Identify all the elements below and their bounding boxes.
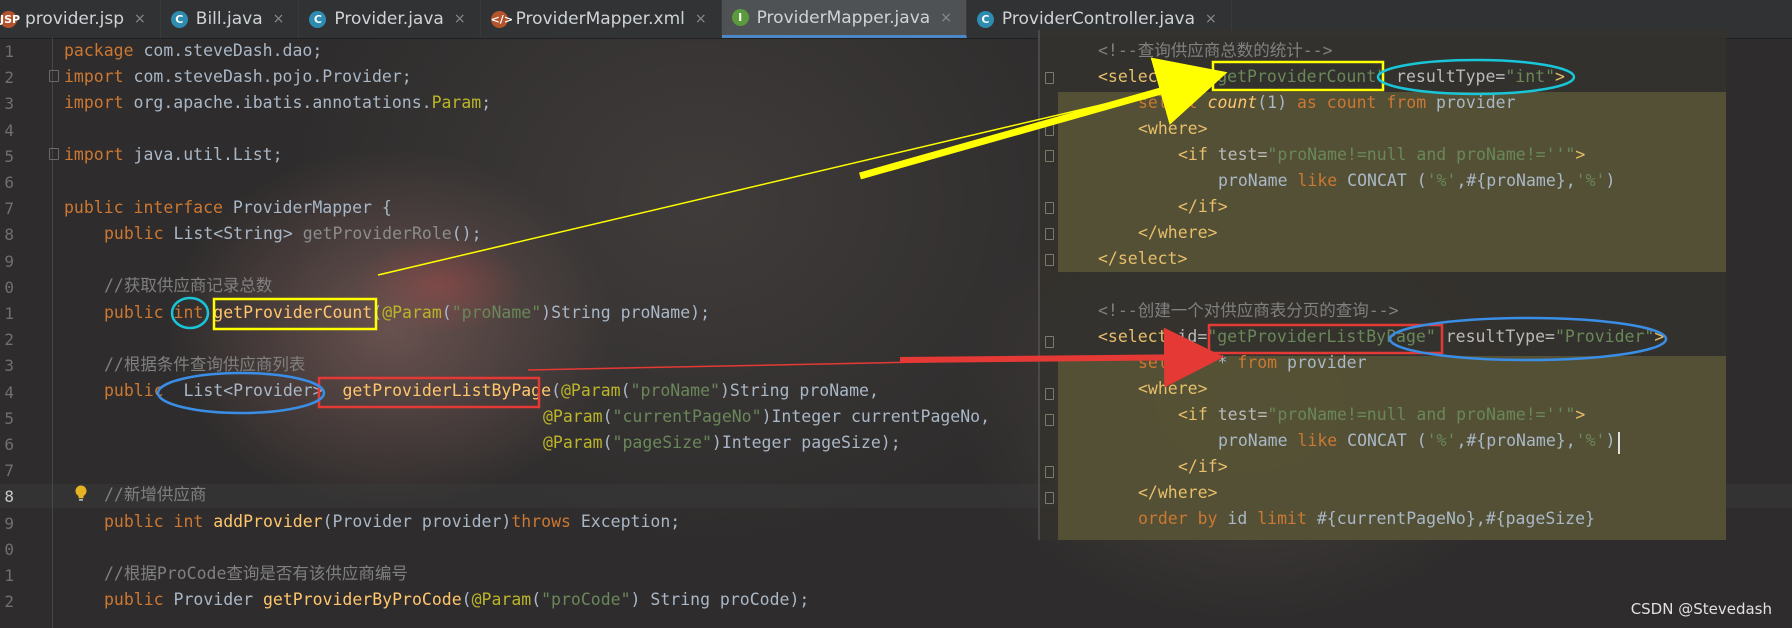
tab-bill-java[interactable]: C Bill.java ×: [161, 0, 300, 38]
code-line[interactable]: public interface ProviderMapper {: [64, 197, 392, 219]
xml-line[interactable]: </where>: [1138, 482, 1217, 504]
tab-providermapper-java[interactable]: I ProviderMapper.java ×: [721, 0, 967, 38]
close-icon[interactable]: ×: [695, 11, 707, 27]
line-number: 0: [4, 539, 14, 559]
line-number-gutter: 1 2 3 4 5 6 7 8 9 0 1 2 3 4 5 6 7 8 9 0 1 2: [0, 38, 50, 628]
line-number: 6: [4, 435, 14, 454]
xml-line[interactable]: select * from provider: [1138, 352, 1367, 374]
lightbulb-icon[interactable]: [74, 485, 88, 503]
fold-icon[interactable]: [1045, 414, 1054, 426]
tab-provider-jsp[interactable]: JSP provider.jsp ×: [0, 0, 161, 38]
line-number: 1: [4, 42, 14, 61]
interface-icon: I: [731, 9, 749, 26]
line-number: 4: [4, 382, 14, 402]
fold-icon[interactable]: [1045, 492, 1054, 504]
code-line[interactable]: //获取供应商记录总数: [104, 275, 272, 297]
code-line[interactable]: package com.steveDash.dao;: [64, 40, 322, 62]
tab-label: Provider.java: [334, 9, 444, 29]
code-line[interactable]: public Provider getProviderByProCode(@Pa…: [104, 589, 809, 611]
xml-line[interactable]: <select id="getProviderListByPage" resul…: [1098, 326, 1664, 348]
xml-line[interactable]: <where>: [1138, 378, 1208, 400]
tab-label: ProviderMapper.xml: [515, 9, 685, 29]
jsp-file-icon: JSP: [0, 10, 21, 28]
fold-icon[interactable]: [49, 70, 59, 82]
xml-file-icon: </>: [490, 10, 514, 28]
line-number: 9: [4, 513, 14, 533]
close-icon[interactable]: ×: [273, 11, 285, 27]
fold-icon[interactable]: [1045, 202, 1054, 214]
line-number: 5: [4, 146, 14, 166]
line-number: 2: [4, 592, 14, 612]
xml-line[interactable]: order by id limit #{currentPageNo},#{pag…: [1138, 508, 1595, 530]
tab-provider-java[interactable]: C Provider.java ×: [299, 0, 481, 38]
line-number: 9: [4, 251, 14, 271]
fold-icon[interactable]: [1045, 228, 1054, 240]
code-line[interactable]: import com.steveDash.pojo.Provider;: [64, 66, 412, 88]
ide-screenshot: JSP provider.jsp × C Bill.java × C Provi…: [0, 0, 1792, 628]
fold-icon[interactable]: [1045, 124, 1054, 136]
xml-line[interactable]: <if test="proName!=null and proName!=''"…: [1178, 404, 1585, 426]
fold-icon[interactable]: [1045, 336, 1054, 348]
code-line[interactable]: public int addProvider(Provider provider…: [104, 511, 680, 533]
tab-label: Bill.java: [195, 9, 263, 29]
fold-icon[interactable]: [1045, 150, 1054, 162]
line-number: 1: [4, 566, 14, 585]
xml-line[interactable]: <!--创建一个对供应商表分页的查询-->: [1098, 300, 1399, 322]
tab-providermapper-xml[interactable]: </> ProviderMapper.xml ×: [481, 0, 722, 38]
fold-icon[interactable]: [1045, 254, 1054, 266]
line-number: 7: [4, 461, 14, 481]
code-line[interactable]: //根据ProCode查询是否有该供应商编号: [104, 563, 408, 585]
code-line[interactable]: public int getProviderCount(@Param("proN…: [104, 302, 710, 324]
code-line[interactable]: import java.util.List;: [64, 144, 283, 166]
xml-line[interactable]: <select id="getProviderCount" resultType…: [1098, 66, 1565, 88]
line-number: 3: [4, 356, 14, 376]
watermark: CSDN @Stevedash: [1630, 600, 1772, 618]
xml-line[interactable]: <where>: [1138, 118, 1208, 140]
class-icon: C: [309, 10, 327, 28]
line-number: 8: [4, 487, 14, 507]
xml-line[interactable]: </if>: [1178, 196, 1228, 218]
class-icon: C: [976, 10, 994, 28]
line-number: 2: [4, 68, 14, 88]
xml-line[interactable]: </where>: [1138, 222, 1217, 244]
line-number: 1: [4, 304, 14, 323]
fold-icon[interactable]: [49, 148, 59, 160]
fold-icon[interactable]: [1045, 72, 1054, 84]
gutter-divider: [52, 38, 53, 628]
line-number: 4: [4, 120, 14, 140]
tab-label: provider.jsp: [25, 9, 125, 29]
fold-icon[interactable]: [1045, 466, 1054, 478]
close-icon[interactable]: ×: [134, 11, 146, 27]
fold-icon[interactable]: [1045, 388, 1054, 400]
xml-line[interactable]: select count(1) as count from provider: [1138, 92, 1516, 114]
line-number: 6: [4, 173, 14, 192]
line-number: 8: [4, 225, 14, 245]
line-number: 5: [4, 408, 14, 428]
xml-line[interactable]: proName like CONCAT ('%',#{proName},'%'): [1218, 430, 1615, 452]
code-line[interactable]: //新增供应商: [104, 484, 206, 506]
mapper-xml-screenshot-overlay: <!--查询供应商总数的统计--> <select id="getProvide…: [1038, 30, 1726, 540]
line-number: 7: [4, 199, 14, 219]
xml-line[interactable]: <!--查询供应商总数的统计-->: [1098, 40, 1333, 62]
code-line[interactable]: public List<Provider> getProviderListByP…: [104, 380, 879, 402]
line-number: 0: [4, 277, 14, 297]
xml-line[interactable]: <if test="proName!=null and proName!=''"…: [1178, 144, 1585, 166]
tab-label: ProviderController.java: [1001, 9, 1195, 29]
code-line[interactable]: //根据条件查询供应商列表: [104, 354, 305, 376]
xml-line[interactable]: </if>: [1178, 456, 1228, 478]
close-icon[interactable]: ×: [940, 10, 952, 26]
text-caret: [1618, 432, 1620, 454]
code-line[interactable]: @Param("currentPageNo")Integer currentPa…: [543, 406, 990, 428]
close-icon[interactable]: ×: [1205, 11, 1217, 27]
line-number: 2: [4, 330, 14, 350]
code-line[interactable]: import org.apache.ibatis.annotations.Par…: [64, 92, 491, 114]
line-number: 3: [4, 94, 14, 114]
code-line[interactable]: @Param("pageSize")Integer pageSize);: [543, 432, 901, 454]
tab-label: ProviderMapper.java: [756, 7, 931, 28]
class-icon: C: [170, 10, 188, 28]
code-line[interactable]: public List<String> getProviderRole();: [104, 223, 482, 245]
xml-line[interactable]: </select>: [1098, 248, 1187, 270]
close-icon[interactable]: ×: [454, 11, 466, 27]
xml-line[interactable]: proName like CONCAT ('%',#{proName},'%'): [1218, 170, 1615, 192]
